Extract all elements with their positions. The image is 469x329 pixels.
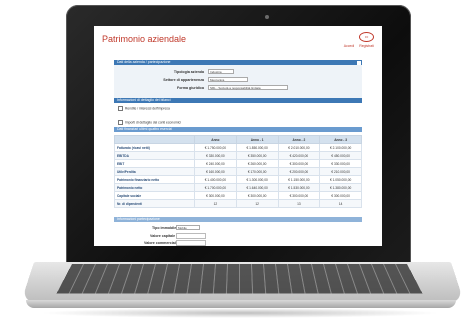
row-label: Patrimonio finanziario netto <box>114 175 195 184</box>
table-cell-input[interactable]: € 1.050.000,00 <box>319 175 362 184</box>
table-cell-input[interactable]: € 1.300.000,00 <box>235 175 279 184</box>
table-row: Patrimonio netto € 1.700.000,00 € 1.640.00… <box>114 183 362 192</box>
table-cell-input[interactable]: € 300.000,00 <box>277 159 321 168</box>
register-link[interactable]: Registrati <box>359 44 374 48</box>
table-row: EBITDA € 330.000,00 € 350.000,00 € 420.000,… <box>114 151 362 160</box>
checkbox-row-income[interactable]: Rendite / interessi dell'impresa <box>118 106 170 111</box>
table-cell-input[interactable]: € 1.850.000,00 <box>235 143 279 152</box>
table-cell-input[interactable]: € 1.150.000,00 <box>277 175 321 184</box>
row-label: EBIT <box>114 159 195 168</box>
table-cell-input[interactable]: 13 <box>277 199 321 208</box>
section-header-label: Dati della azienda / partecipazione <box>117 60 171 64</box>
commercial-value-label: Valore commerciale <box>144 241 178 245</box>
checkbox-label: Rendite / interessi dell'impresa <box>125 106 170 111</box>
checkbox-row-details[interactable]: Importi di dettaglio dei conti economici <box>118 120 181 125</box>
table-cell-input[interactable]: € 300.000,00 <box>277 191 321 200</box>
row-label: Capitale sociale <box>114 191 195 200</box>
collapse-icon[interactable] <box>357 60 361 65</box>
checkbox-label: Importi di dettaglio dei conti economici <box>125 120 181 125</box>
checkbox[interactable] <box>118 106 123 111</box>
legal-form-select[interactable]: SRL - Società a responsabilità limitata <box>208 85 288 90</box>
checkbox[interactable] <box>118 120 123 125</box>
legal-form-label: Forma giuridica <box>177 86 204 90</box>
table-row: EBIT € 240.000,00 € 260.000,00 € 300.000,00… <box>114 159 362 168</box>
column-header <box>114 135 195 144</box>
page-title: Patrimonio aziendale <box>102 34 187 44</box>
table-cell-input[interactable]: 12 <box>194 199 237 208</box>
table-cell-input[interactable]: € 330.000,00 <box>194 151 237 160</box>
row-label: Patrimonio netto <box>114 183 195 192</box>
column-header: Anno - 2 <box>277 135 321 144</box>
table-row: Nr. di dipendenti 12 12 13 14 <box>114 199 362 208</box>
table-cell-input[interactable]: 14 <box>319 199 362 208</box>
table-cell-input[interactable]: 12 <box>235 199 279 208</box>
table-cell-input[interactable]: € 1.700.000,00 <box>194 183 237 192</box>
company-type-select[interactable]: Industria <box>208 69 234 74</box>
table-cell-input[interactable]: € 300.000,00 <box>319 191 362 200</box>
table-cell-input[interactable]: € 240.000,00 <box>194 159 237 168</box>
table-cell-input[interactable]: € 300.000,00 <box>235 191 279 200</box>
section-header-label: Informazioni di dettaglio dei bilanci <box>117 98 171 102</box>
table-header-row: Anno Anno - 1 Anno - 2 Anno - 3 <box>114 135 362 144</box>
login-link[interactable]: Accedi <box>344 44 355 48</box>
section-header-label: Informazioni partecipazione <box>117 217 160 221</box>
laptop-base-edge <box>26 300 456 308</box>
laptop-shadow <box>40 308 440 318</box>
table-cell-input[interactable]: € 210.000,00 <box>319 167 362 176</box>
keyboard <box>56 264 423 294</box>
column-header: Anno <box>194 135 237 144</box>
capital-value-input[interactable] <box>176 233 206 239</box>
table-row: Utile/Perdita € 160.000,00 € 170.000,00 € 2… <box>114 167 362 176</box>
table-cell-input[interactable]: € 260.000,00 <box>235 159 279 168</box>
row-label: Nr. di dipendenti <box>114 199 195 208</box>
table-cell-input[interactable]: € 450.000,00 <box>319 151 362 160</box>
row-label: Fatturato (ricavi netti) <box>114 143 195 152</box>
brand-logo[interactable]: ▭ <box>359 32 374 42</box>
table-cell-input[interactable]: € 1.380.000,00 <box>319 183 362 192</box>
table-cell-input[interactable]: € 420.000,00 <box>277 151 321 160</box>
table-row: Patrimonio finanziario netto € 1.400.000,… <box>114 175 362 184</box>
table-cell-input[interactable]: € 330.000,00 <box>319 159 362 168</box>
table-cell-input[interactable]: € 2.010.000,00 <box>277 143 321 152</box>
table-row: Fatturato (ricavi netti) € 1.750.000,00 € … <box>114 143 362 152</box>
commercial-value-input[interactable] <box>176 240 206 246</box>
top-links: Accedi Registrati <box>340 44 374 48</box>
webcam-icon <box>265 15 269 19</box>
property-type-label: Tipo immobile <box>152 226 177 230</box>
property-type-select[interactable]: Mobile <box>176 225 200 230</box>
table-cell-input[interactable]: € 2.100.000,00 <box>319 143 362 152</box>
screen: Patrimonio aziendale ▭ Accedi Registrati… <box>94 26 382 246</box>
sector-select[interactable]: Meccanica <box>208 77 248 82</box>
table-cell-input[interactable]: € 160.000,00 <box>194 167 237 176</box>
table-cell-input[interactable]: € 200.000,00 <box>277 167 321 176</box>
table-cell-input[interactable]: € 170.000,00 <box>235 167 279 176</box>
capital-value-label: Valore capitale <box>150 234 176 238</box>
section-header-financials[interactable]: Dati finanziari ultimi quattro esercizi <box>114 127 362 132</box>
column-header: Anno - 3 <box>319 135 362 144</box>
table-cell-input[interactable]: € 1.400.000,00 <box>194 175 237 184</box>
table-cell-input[interactable]: € 350.000,00 <box>235 151 279 160</box>
sector-label: Settore di appartenenza <box>163 78 204 82</box>
section-header-details[interactable]: Informazioni di dettaglio dei bilanci <box>114 98 362 103</box>
row-label: Utile/Perdita <box>114 167 195 176</box>
table-cell-input[interactable]: € 300.000,00 <box>194 191 237 200</box>
table-cell-input[interactable]: € 1.530.000,00 <box>277 183 321 192</box>
company-type-label: Tipologia azienda <box>173 70 204 74</box>
column-header: Anno - 1 <box>235 135 279 144</box>
table-cell-input[interactable]: € 1.640.000,00 <box>235 183 279 192</box>
section-header-participation[interactable]: Informazioni partecipazione <box>114 217 362 222</box>
section-header-label: Dati finanziari ultimi quattro esercizi <box>117 127 173 131</box>
table-row: Capitale sociale € 300.000,00 € 300.000,00… <box>114 191 362 200</box>
table-cell-input[interactable]: € 1.750.000,00 <box>194 143 237 152</box>
row-label: EBITDA <box>114 151 195 160</box>
financial-table: Anno Anno - 1 Anno - 2 Anno - 3 Fatturat… <box>114 135 362 208</box>
